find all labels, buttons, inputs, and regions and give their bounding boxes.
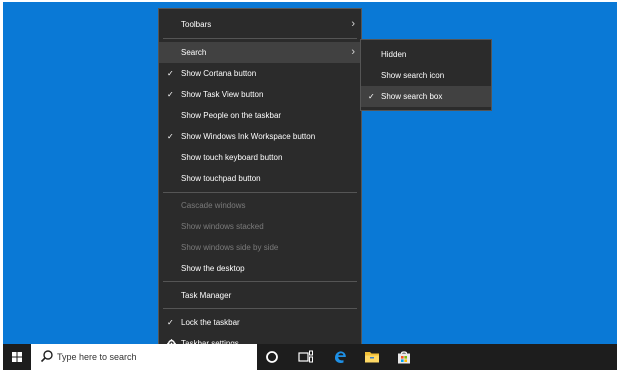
menu-item-show-cortana-button[interactable]: ✓ Show Cortana button xyxy=(159,63,361,84)
menu-item-toolbars[interactable]: Toolbars › xyxy=(159,14,361,35)
submenu-item-show-search-box[interactable]: ✓ Show search box xyxy=(361,86,491,107)
menu-item-label: Show windows side by side xyxy=(181,243,279,252)
menu-item-label: Show touchpad button xyxy=(181,174,261,183)
menu-item-label: Task Manager xyxy=(181,291,232,300)
windows-logo-icon xyxy=(12,352,22,362)
menu-item-lock-the-taskbar[interactable]: ✓ Lock the taskbar xyxy=(159,312,361,333)
menu-separator xyxy=(163,192,357,193)
chevron-right-icon: › xyxy=(351,46,355,58)
menu-item-label: Show windows stacked xyxy=(181,222,264,231)
menu-item-label: Show Windows Ink Workspace button xyxy=(181,132,316,141)
menu-item-label: Show People on the taskbar xyxy=(181,111,282,120)
store-icon[interactable] xyxy=(391,344,417,370)
checkmark-icon: ✓ xyxy=(368,92,375,101)
menu-item-label: Show touch keyboard button xyxy=(181,153,283,162)
taskbar[interactable]: Type here to search xyxy=(3,344,617,370)
menu-item-label: Show the desktop xyxy=(181,264,245,273)
submenu-item-label: Hidden xyxy=(381,50,407,59)
checkmark-icon: ✓ xyxy=(167,90,174,99)
chevron-right-icon: › xyxy=(351,18,355,30)
menu-item-task-manager[interactable]: Task Manager xyxy=(159,285,361,306)
search-placeholder: Type here to search xyxy=(57,352,137,362)
screenshot-frame: Toolbars › Search › ✓ Show Cortana butto… xyxy=(3,2,617,370)
edge-icon[interactable] xyxy=(327,344,353,370)
menu-item-label: Lock the taskbar xyxy=(181,318,240,327)
search-submenu: Hidden Show search icon ✓ Show search bo… xyxy=(360,39,492,111)
menu-item-label: Show Task View button xyxy=(181,90,264,99)
taskbar-context-menu: Toolbars › Search › ✓ Show Cortana butto… xyxy=(158,8,362,354)
menu-item-cascade-windows: Cascade windows xyxy=(159,195,361,216)
menu-item-show-windows-side-by-side: Show windows side by side xyxy=(159,237,361,258)
file-explorer-icon[interactable] xyxy=(359,344,385,370)
cortana-icon[interactable] xyxy=(259,344,285,370)
menu-separator xyxy=(163,308,357,309)
checkmark-icon: ✓ xyxy=(167,318,174,327)
submenu-item-hidden[interactable]: Hidden xyxy=(361,44,491,65)
menu-separator xyxy=(163,38,357,39)
menu-item-label: Toolbars xyxy=(181,20,212,29)
search-icon xyxy=(40,350,53,363)
menu-item-show-windows-stacked: Show windows stacked xyxy=(159,216,361,237)
start-button[interactable] xyxy=(3,344,31,370)
menu-item-label: Show Cortana button xyxy=(181,69,257,78)
taskbar-search-box[interactable]: Type here to search xyxy=(31,344,257,370)
checkmark-icon: ✓ xyxy=(167,132,174,141)
menu-item-show-the-desktop[interactable]: Show the desktop xyxy=(159,258,361,279)
submenu-item-label: Show search box xyxy=(381,92,443,101)
menu-item-label: Cascade windows xyxy=(181,201,246,210)
menu-separator xyxy=(163,281,357,282)
menu-item-show-windows-ink[interactable]: ✓ Show Windows Ink Workspace button xyxy=(159,126,361,147)
submenu-item-show-search-icon[interactable]: Show search icon xyxy=(361,65,491,86)
menu-item-label: Search xyxy=(181,48,207,57)
menu-item-show-touchpad[interactable]: Show touchpad button xyxy=(159,168,361,189)
checkmark-icon: ✓ xyxy=(167,69,174,78)
menu-item-search[interactable]: Search › xyxy=(159,42,361,63)
task-view-icon[interactable] xyxy=(293,344,319,370)
submenu-item-label: Show search icon xyxy=(381,71,445,80)
menu-item-show-people[interactable]: Show People on the taskbar xyxy=(159,105,361,126)
menu-item-show-task-view-button[interactable]: ✓ Show Task View button xyxy=(159,84,361,105)
menu-item-show-touch-keyboard[interactable]: Show touch keyboard button xyxy=(159,147,361,168)
